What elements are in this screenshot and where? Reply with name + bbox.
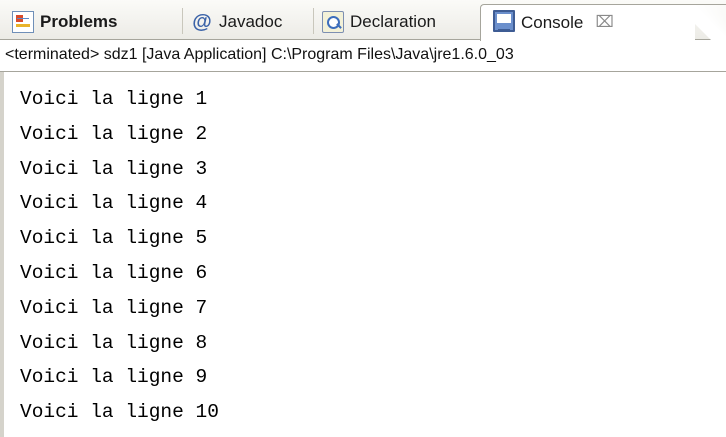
console-line: Voici la ligne 10 bbox=[20, 401, 219, 424]
console-line: Voici la ligne 5 bbox=[20, 227, 208, 250]
tab-console[interactable]: Console ⌧ bbox=[480, 4, 695, 41]
console-line: Voici la ligne 4 bbox=[20, 192, 208, 215]
tab-console-label: Console bbox=[521, 13, 584, 32]
console-icon bbox=[493, 10, 515, 32]
process-status-label: <terminated> sdz1 [Java Application] C:\… bbox=[0, 40, 726, 72]
javadoc-icon: @ bbox=[192, 11, 212, 33]
console-view: Problems @ Javadoc Declaration Console ⌧… bbox=[0, 0, 726, 437]
tab-javadoc[interactable]: @ Javadoc bbox=[183, 4, 313, 40]
tab-declaration[interactable]: Declaration bbox=[314, 4, 482, 40]
console-line: Voici la ligne 1 bbox=[20, 88, 208, 110]
declaration-icon bbox=[322, 11, 344, 33]
console-line: Voici la ligne 6 bbox=[20, 261, 208, 284]
problems-icon bbox=[12, 11, 34, 33]
console-line: Voici la ligne 3 bbox=[20, 157, 208, 180]
view-tab-bar: Problems @ Javadoc Declaration Console ⌧ bbox=[0, 0, 726, 41]
tab-declaration-label: Declaration bbox=[350, 12, 436, 31]
console-output[interactable]: Voici la ligne 1 Voici la ligne 2 Voici … bbox=[0, 72, 726, 437]
tab-javadoc-label: Javadoc bbox=[219, 12, 283, 31]
console-line: Voici la ligne 7 bbox=[20, 296, 208, 319]
close-icon[interactable]: ⌧ bbox=[595, 15, 613, 31]
console-line: Voici la ligne 8 bbox=[20, 331, 208, 354]
tab-problems[interactable]: Problems bbox=[4, 4, 182, 40]
tab-problems-label: Problems bbox=[40, 12, 118, 31]
console-line: Voici la ligne 2 bbox=[20, 122, 208, 145]
console-line: Voici la ligne 9 bbox=[20, 366, 208, 389]
